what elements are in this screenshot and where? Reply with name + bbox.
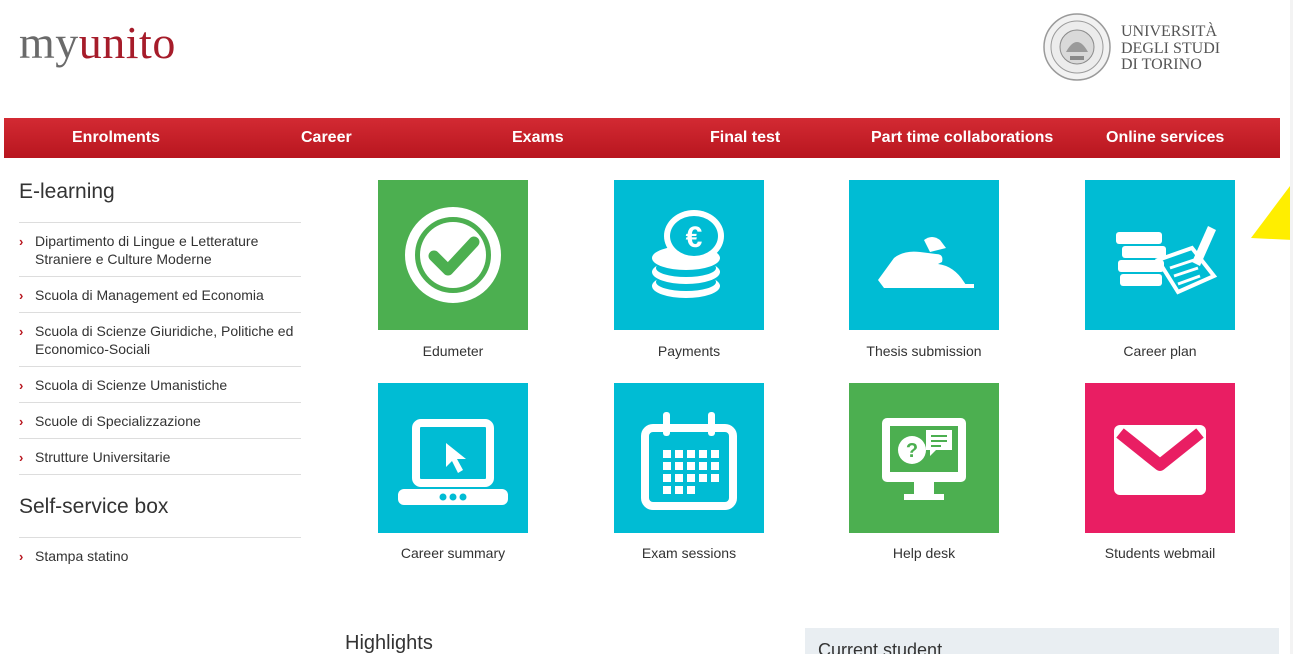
tile-label-thesis-submission[interactable]: Thesis submission [824, 343, 1024, 359]
current-student-box: Current student [805, 628, 1279, 654]
sidebar-item-lingue[interactable]: › Dipartimento di Lingue e Letterature S… [19, 223, 301, 277]
nav-exams[interactable]: Exams [512, 118, 564, 158]
university-seal-icon [1043, 13, 1111, 81]
current-student-title: Current student [818, 640, 943, 654]
chevron-right-icon: › [19, 288, 24, 303]
chevron-right-icon: › [19, 324, 24, 339]
tile-label-payments[interactable]: Payments [589, 343, 789, 359]
sidebar-heading-elearning: E-learning [19, 180, 301, 223]
chevron-right-icon: › [19, 450, 24, 465]
sidebar-item-strutture[interactable]: › Strutture Universitarie [19, 439, 301, 475]
tile-help-desk[interactable]: ? [849, 383, 999, 533]
tile-label-edumeter[interactable]: Edumeter [353, 343, 553, 359]
main-nav-bar: Enrolments Career Exams Final test Part … [4, 118, 1280, 158]
nav-career[interactable]: Career [301, 118, 352, 158]
chevron-right-icon: › [19, 414, 24, 429]
annotation-arrow-icon [1251, 182, 1293, 240]
books-pen-icon [1116, 226, 1218, 295]
tile-payments[interactable]: € [614, 180, 764, 330]
tile-label-career-summary[interactable]: Career summary [353, 545, 553, 561]
tile-students-webmail[interactable] [1085, 383, 1235, 533]
page-header: myunito UNIVERSITÀ DEGLI STUDI DI TORINO [0, 0, 1293, 118]
tile-label-help-desk[interactable]: Help desk [824, 545, 1024, 561]
calendar-icon [641, 412, 737, 510]
nav-online-services[interactable]: Online services [1106, 118, 1224, 158]
envelope-icon [1114, 425, 1206, 495]
euro-coins-icon: € [652, 210, 724, 298]
tile-label-students-webmail[interactable]: Students webmail [1060, 545, 1260, 561]
chevron-right-icon: › [19, 549, 24, 564]
svg-text:€: € [686, 221, 703, 254]
laptop-cursor-icon [398, 419, 508, 505]
tile-exam-sessions[interactable] [614, 383, 764, 533]
nav-part-time-collaborations[interactable]: Part time collaborations [871, 118, 1053, 158]
highlights-title: Highlights [345, 632, 433, 654]
nav-enrolments[interactable]: Enrolments [72, 118, 160, 158]
hand-submit-icon [878, 237, 974, 288]
tile-label-career-plan[interactable]: Career plan [1060, 343, 1260, 359]
sidebar-item-scienze-umanistiche[interactable]: › Scuola di Scienze Umanistiche [19, 367, 301, 403]
sidebar-item-stampa-statino[interactable]: › Stampa statino [19, 538, 301, 573]
tile-thesis-submission[interactable] [849, 180, 999, 330]
sidebar-item-scienze-giuridiche[interactable]: › Scuola di Scienze Giuridiche, Politich… [19, 313, 301, 367]
tile-label-exam-sessions[interactable]: Exam sessions [589, 545, 789, 561]
tile-career-summary[interactable] [378, 383, 528, 533]
sidebar-item-management[interactable]: › Scuola di Management ed Economia [19, 277, 301, 313]
tile-edumeter[interactable] [378, 180, 528, 330]
svg-text:?: ? [906, 440, 918, 462]
sidebar-heading-selfservice: Self-service box [19, 495, 301, 538]
chevron-right-icon: › [19, 234, 24, 249]
tile-career-plan[interactable] [1085, 180, 1235, 330]
chevron-right-icon: › [19, 378, 24, 393]
monitor-chat-icon: ? [882, 418, 966, 500]
sidebar-item-specializzazione[interactable]: › Scuole di Specializzazione [19, 403, 301, 439]
myunito-logo[interactable]: myunito [19, 20, 176, 66]
checkmark-icon [405, 207, 501, 303]
university-name: UNIVERSITÀ DEGLI STUDI DI TORINO [1121, 23, 1221, 73]
sidebar: E-learning › Dipartimento di Lingue e Le… [19, 180, 301, 573]
nav-final-test[interactable]: Final test [710, 118, 780, 158]
